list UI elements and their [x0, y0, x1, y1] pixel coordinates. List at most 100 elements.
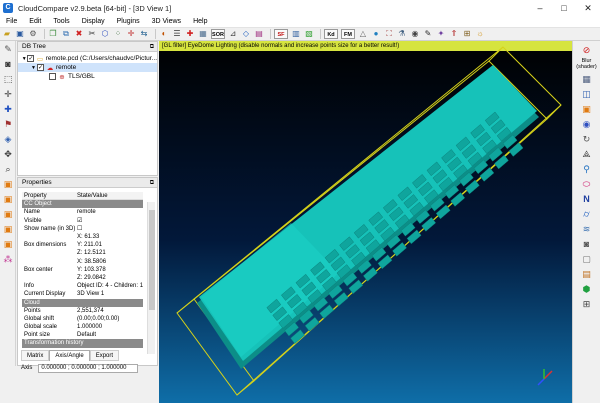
expand-icon[interactable]: ▼ [30, 65, 37, 71]
tab-export[interactable]: Export [89, 350, 120, 361]
tree-item-cloud[interactable]: ▼ ✓ ☁ remote [18, 63, 157, 72]
label-icon[interactable]: ✎ [423, 29, 433, 39]
tree-item-sensor[interactable]: ⊕ TLS/GBL [18, 72, 157, 81]
cylinder-icon[interactable]: ⌭ [581, 208, 593, 220]
sun-icon[interactable]: ☼ [475, 29, 485, 39]
save-icon[interactable]: ▣ [15, 29, 25, 39]
translate-icon[interactable]: ✛ [126, 29, 136, 39]
segment-icon[interactable]: ⬡ [100, 29, 110, 39]
tree-checkbox[interactable] [49, 73, 56, 80]
orange-cube-icon-3[interactable]: ▣ [2, 208, 14, 220]
table-row[interactable]: Visible ☑ [22, 217, 143, 225]
tree-item-file[interactable]: ▼ ✓ ▭ remote.pcd (C:/Users/chaudvc/Pictu… [18, 54, 157, 63]
measure-icon[interactable]: ⊿ [228, 29, 238, 39]
filter-icon[interactable]: ⚗ [397, 29, 407, 39]
move-icon[interactable]: ✥ [2, 148, 14, 160]
lightbulb-icon[interactable]: ⚲ [581, 163, 593, 175]
box-icon[interactable]: ▢ [581, 253, 593, 265]
tab-matrix[interactable]: Matrix [21, 350, 50, 361]
tab-axis-angle[interactable]: Axis/Angle [49, 350, 90, 361]
sample-icon[interactable]: ⁘ [113, 29, 123, 39]
camera-icon-right[interactable]: ◙ [581, 238, 593, 250]
menu-help[interactable]: Help [187, 16, 213, 28]
tree-checkbox[interactable]: ✓ [27, 55, 35, 62]
ruler-icon[interactable]: ⊞ [581, 298, 593, 310]
north-icon[interactable]: N [581, 193, 593, 205]
wand-icon[interactable]: ✦ [436, 29, 446, 39]
delete-icon[interactable]: ✖ [74, 29, 84, 39]
gem-icon[interactable]: ⬢ [581, 283, 593, 295]
table-row[interactable]: Show name (in 3D) ☐ [22, 225, 143, 233]
select-icon[interactable]: ⬚ [2, 73, 14, 85]
rotate-icon[interactable]: ↻ [581, 133, 593, 145]
kd-button[interactable]: Kd [324, 29, 338, 39]
minimize-button[interactable]: – [528, 0, 552, 16]
scalar-icon[interactable]: ▤ [254, 29, 264, 39]
properties-scrollbar[interactable] [147, 202, 155, 354]
sf-button[interactable]: SF [274, 29, 288, 39]
orange-cube-icon-2[interactable]: ▣ [2, 193, 14, 205]
menu-plugins[interactable]: Plugins [111, 16, 146, 28]
perspective-icon[interactable]: ⟁ [581, 148, 593, 160]
mesh-icon[interactable]: △ [358, 29, 368, 39]
menu-file[interactable]: File [0, 16, 23, 28]
shield-icon[interactable]: ◈ [2, 133, 14, 145]
crosshair-icon[interactable]: ✛ [2, 88, 14, 100]
menu-display[interactable]: Display [76, 16, 111, 28]
pencil-icon[interactable]: ✎ [2, 43, 14, 55]
maximize-button[interactable]: □ [552, 0, 576, 16]
menu-tools[interactable]: Tools [47, 16, 75, 28]
float-icon[interactable]: ⧉ [150, 178, 154, 188]
gradient-icon[interactable]: ▧ [304, 29, 314, 39]
3d-view[interactable]: [GL filter] EyeDome Lighting (disable no… [159, 41, 572, 403]
pivot-icon[interactable]: ◉ [581, 118, 593, 130]
sphere-icon[interactable]: ● [371, 29, 381, 39]
orange-cube-icon-5[interactable]: ▣ [2, 238, 14, 250]
float-icon[interactable]: ⧉ [150, 42, 154, 52]
tree-checkbox[interactable]: ✓ [37, 64, 44, 71]
top-view-icon[interactable]: ◫ [581, 88, 593, 100]
icp-icon[interactable]: ⇆ [139, 29, 149, 39]
fm-button[interactable]: FM [341, 29, 355, 39]
camera-icon[interactable]: ◉ [410, 29, 420, 39]
pick-icon[interactable]: ✚ [185, 29, 195, 39]
brick-icon[interactable]: ▤ [581, 268, 593, 280]
orange-cube-icon-4[interactable]: ▣ [2, 223, 14, 235]
shader-grid-icon[interactable]: ▦ [581, 73, 593, 85]
dots-icon[interactable]: ⁂ [2, 253, 14, 265]
settings-icon[interactable]: ⚙ [28, 29, 38, 39]
axis-input[interactable]: 0.000000 ; 0.000000 ; 1.000000 [38, 364, 139, 373]
histogram-icon[interactable]: ▥ [291, 29, 301, 39]
layers-icon[interactable]: ≋ [581, 223, 593, 235]
merge-icon[interactable]: ⧉ [61, 29, 71, 39]
show-name-checkbox[interactable]: ☐ [77, 225, 143, 233]
clone-icon[interactable]: ❐ [48, 29, 58, 39]
open-icon[interactable]: ▰ [2, 29, 12, 39]
ellipse-icon[interactable]: ⬭ [581, 178, 593, 190]
crop-icon[interactable]: ⛶ [384, 29, 394, 39]
picking-icon[interactable]: ✚ [2, 103, 14, 115]
compare-icon[interactable]: ◐ [159, 29, 169, 39]
bundler-icon[interactable]: ⊞ [462, 29, 472, 39]
db-tree-title: DB Tree [22, 43, 46, 50]
no-shader-icon[interactable]: ⊘ [581, 44, 593, 56]
point-list-icon[interactable]: ☰ [172, 29, 182, 39]
zoom-icon[interactable]: ⌕ [2, 163, 14, 175]
menu-edit[interactable]: Edit [23, 16, 47, 28]
flag-icon[interactable]: ⚑ [2, 118, 14, 130]
table-row[interactable]: Current Display 3D View 1 [22, 290, 143, 298]
plane-icon[interactable]: ◇ [241, 29, 251, 39]
front-view-icon[interactable]: ▣ [581, 103, 593, 115]
sor-button[interactable]: SOR [211, 29, 225, 39]
table-row[interactable]: Point size Default [22, 331, 143, 339]
point-size-select[interactable]: Default [77, 331, 143, 339]
camera-pivot-icon[interactable]: ◙ [2, 58, 14, 70]
cut-icon[interactable]: ✂ [87, 29, 97, 39]
normals-icon[interactable]: ⇑ [449, 29, 459, 39]
visible-checkbox[interactable]: ☑ [77, 217, 143, 225]
orange-cube-icon[interactable]: ▣ [2, 178, 14, 190]
display-select[interactable]: 3D View 1 [77, 290, 143, 298]
close-button[interactable]: ✕ [576, 0, 600, 16]
octree-icon[interactable]: ▦ [198, 29, 208, 39]
menu-3d-views[interactable]: 3D Views [146, 16, 187, 28]
